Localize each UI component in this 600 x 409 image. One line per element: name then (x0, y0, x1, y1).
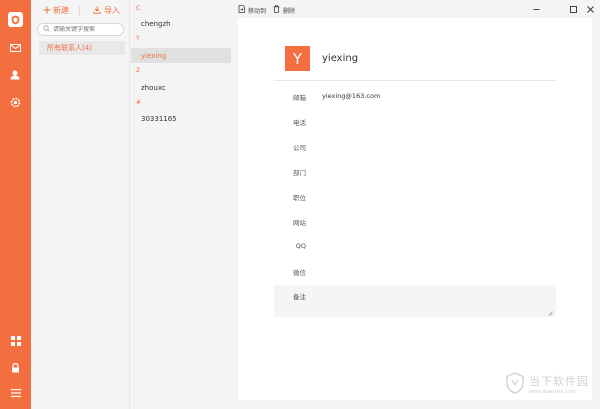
contact-name: yiexing (322, 53, 359, 64)
menu-icon[interactable] (9, 386, 22, 399)
toolbar: 移动到 删除 (238, 0, 600, 18)
section-letter: Z (136, 67, 141, 74)
delete-label: 删除 (283, 7, 296, 15)
list-item[interactable]: 30331165 (131, 111, 231, 126)
maximize-icon[interactable] (568, 4, 578, 14)
field-label: 网站 (293, 219, 306, 227)
move-to-button[interactable]: 移动到 (238, 5, 266, 15)
new-contact-label: 新建 (53, 6, 69, 15)
import-label: 导入 (104, 6, 120, 15)
list-item[interactable]: chengzh (131, 16, 231, 31)
resize-handle-icon[interactable] (548, 309, 553, 316)
watermark-title: 当下软件园 (529, 375, 589, 388)
field-value[interactable]: yiexing@163.com (322, 92, 380, 100)
field-label: 邮箱 (293, 94, 306, 102)
field-qq: QQ (274, 240, 556, 254)
divider (274, 80, 556, 81)
minimize-icon[interactable] (531, 4, 541, 14)
watermark: 当下软件园 www.downxia.com (505, 372, 589, 396)
field-label: 公司 (293, 144, 306, 152)
new-contact-button[interactable]: 新建 (43, 5, 69, 16)
section-letter: # (136, 99, 142, 106)
import-button[interactable]: 导入 (93, 5, 120, 16)
settings-icon[interactable] (9, 96, 22, 109)
shield-logo-icon (8, 12, 23, 27)
notes-label: 备注 (293, 293, 306, 301)
contact-detail: Y yiexing 邮箱 yiexing@163.com 电话 公司 部门 职位… (238, 18, 592, 400)
list-item[interactable]: zhouxc (131, 80, 231, 95)
field-label: QQ (295, 242, 306, 250)
move-icon (238, 5, 245, 15)
group-item-all-contacts[interactable]: 所有联系人(4) (39, 41, 125, 55)
field-label: 电话 (293, 119, 306, 127)
field-wechat: 微信 (274, 265, 556, 279)
field-label: 职位 (293, 194, 306, 202)
contacts-icon[interactable] (9, 68, 22, 81)
trash-icon (273, 5, 280, 15)
field-position: 职位 (274, 190, 556, 204)
group-item-label: 所有联系人(4) (47, 44, 92, 52)
field-department: 部门 (274, 165, 556, 179)
watermark-url: www.downxia.com (529, 389, 576, 395)
groups-panel: 新建 导入 所有联系人(4) (31, 0, 130, 409)
delete-button[interactable]: 删除 (273, 5, 295, 15)
watermark-logo-icon (505, 372, 525, 396)
divider (79, 6, 80, 16)
section-letter: C (136, 5, 141, 12)
search-icon (43, 25, 50, 34)
move-to-label: 移动到 (248, 7, 267, 15)
field-company: 公司 (274, 140, 556, 154)
field-label: 部门 (293, 169, 306, 177)
download-icon (93, 6, 101, 16)
field-phone: 电话 (274, 115, 556, 129)
avatar: Y (285, 46, 310, 71)
left-rail (0, 0, 31, 409)
search-input[interactable] (53, 26, 121, 33)
mail-icon[interactable] (9, 41, 22, 54)
plus-icon (43, 6, 51, 16)
field-email: 邮箱 yiexing@163.com (274, 90, 556, 104)
contacts-list: C chengzh Y yiexing Z zhouxc # 30331165 (131, 0, 237, 409)
close-icon[interactable] (585, 4, 595, 14)
apps-icon[interactable] (9, 334, 22, 347)
notes-textarea[interactable]: 备注 (274, 285, 556, 317)
search-box (37, 23, 124, 36)
list-item[interactable]: yiexing (131, 48, 231, 63)
lock-icon[interactable] (9, 361, 22, 374)
field-website: 网站 (274, 215, 556, 229)
section-letter: Y (136, 35, 140, 42)
field-label: 微信 (293, 269, 306, 277)
